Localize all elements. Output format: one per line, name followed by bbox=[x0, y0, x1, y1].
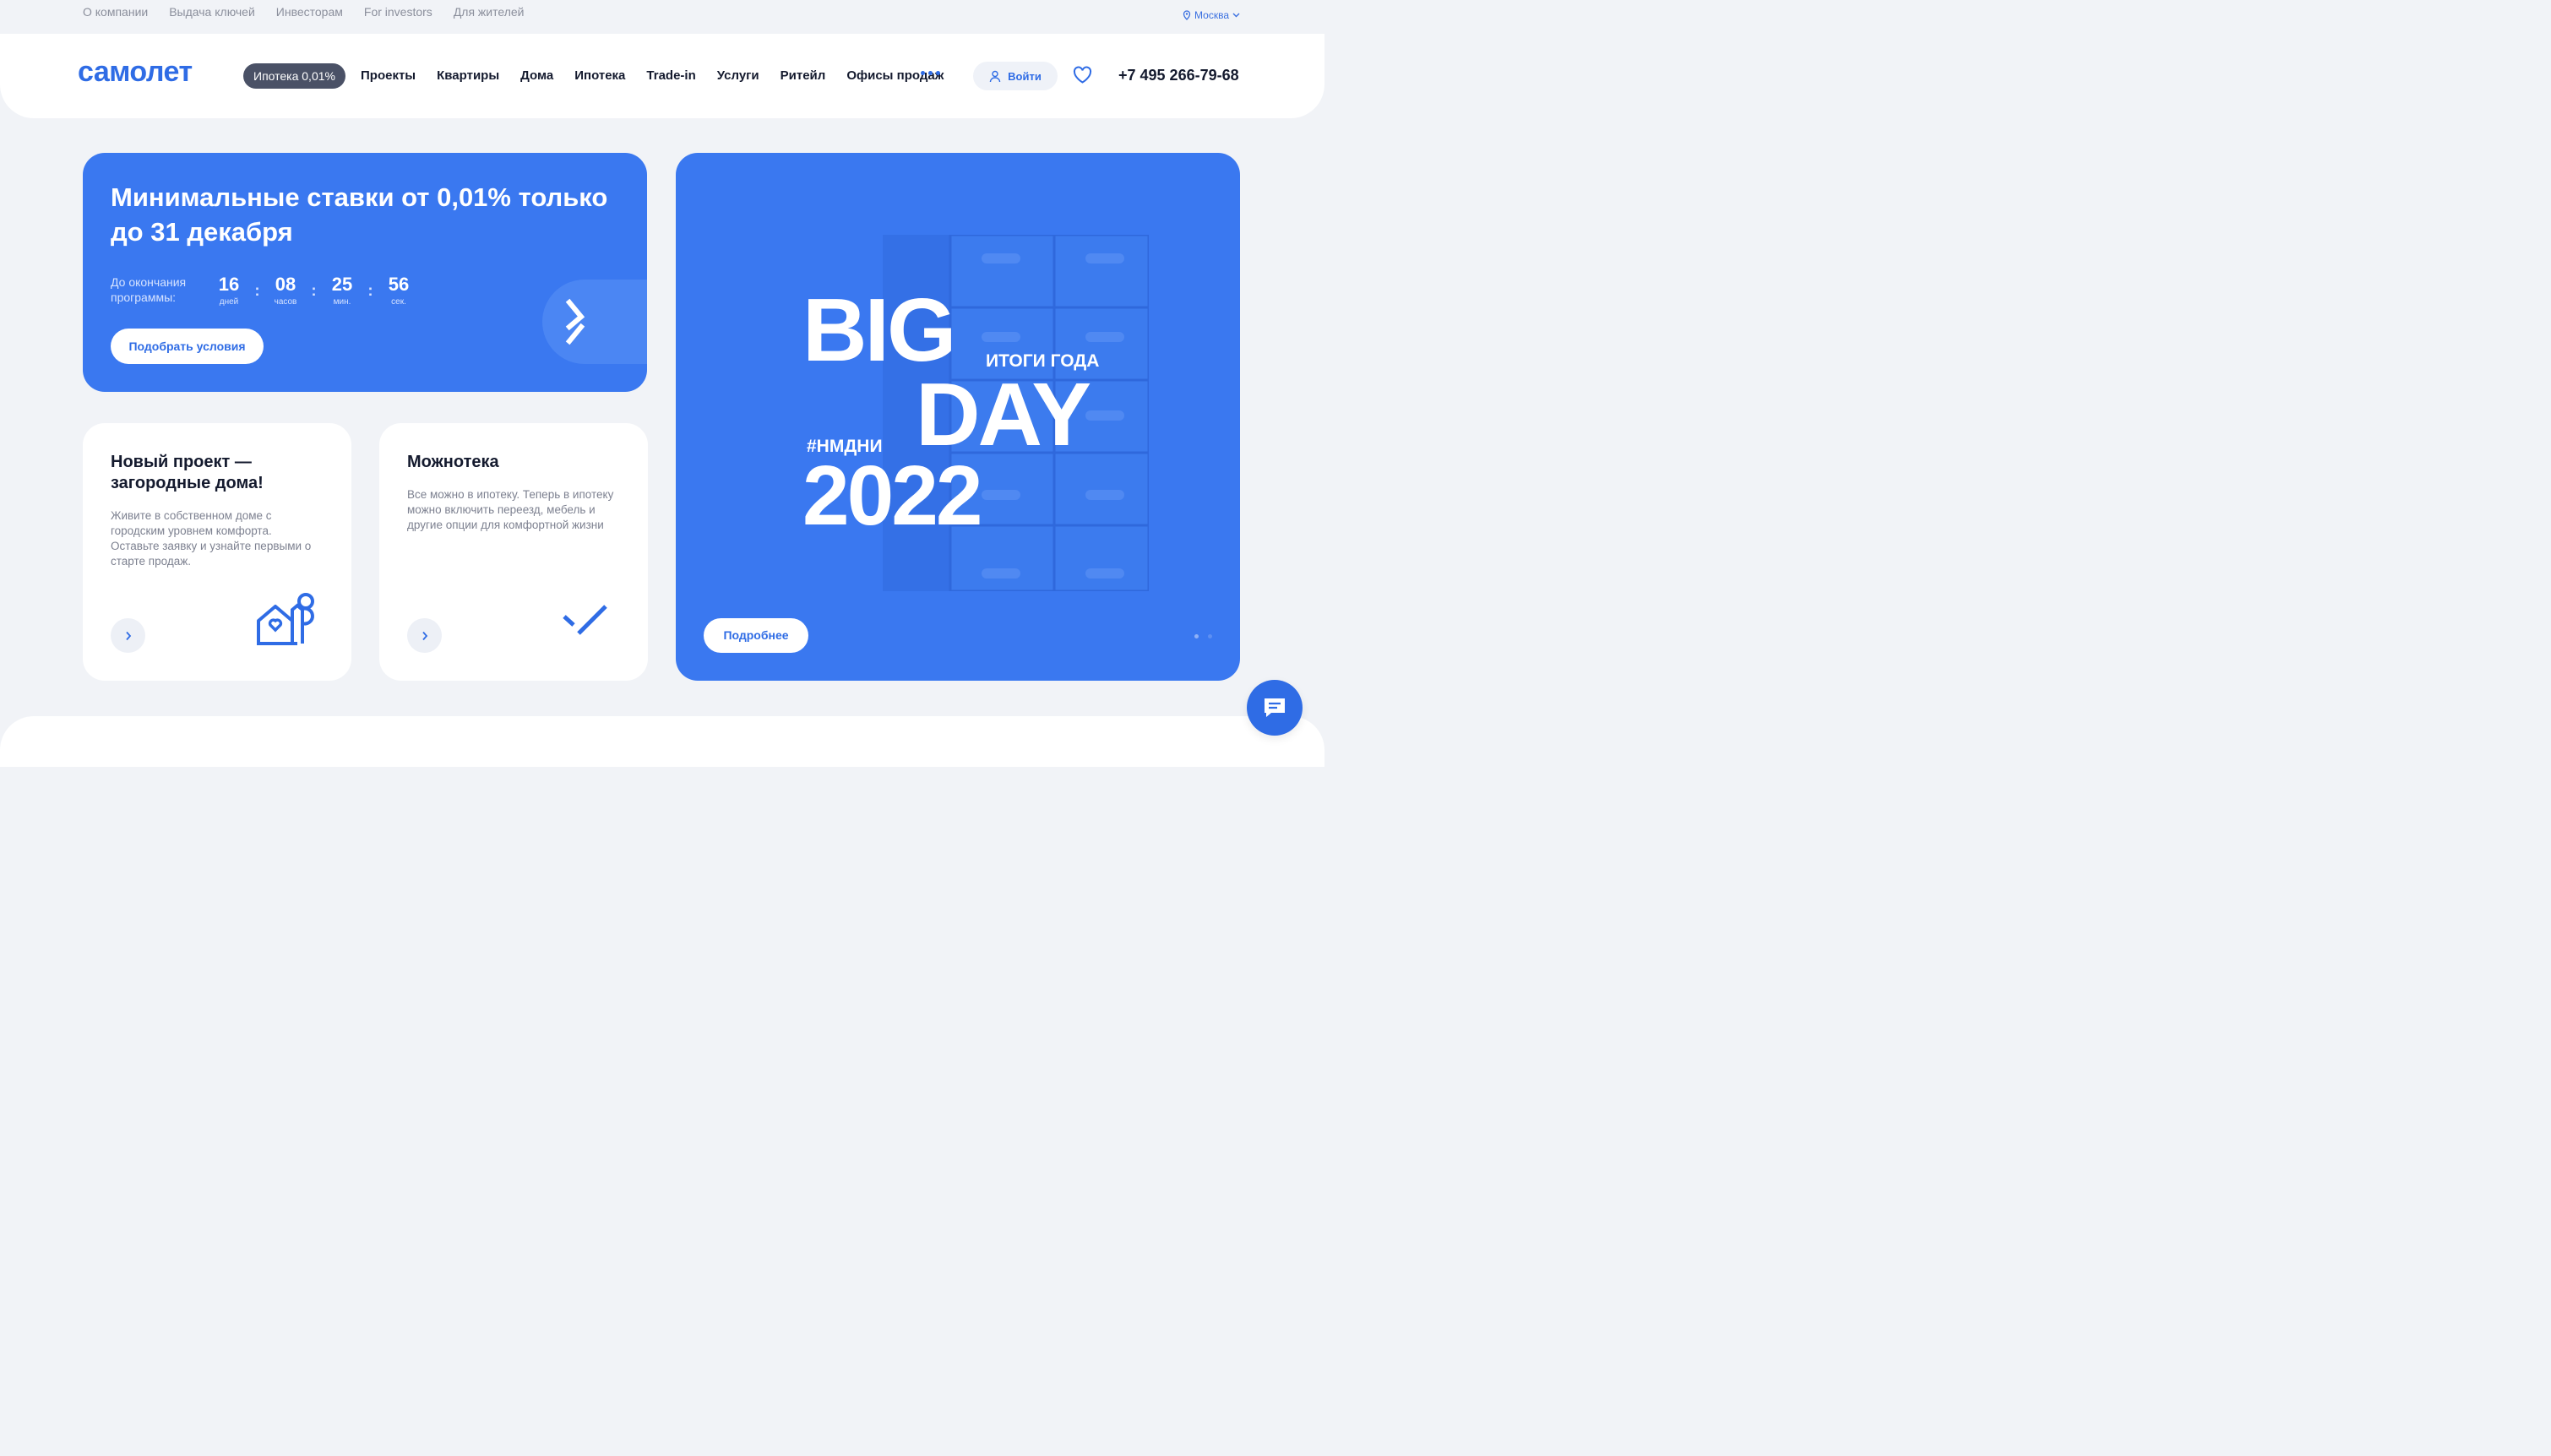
timer-hours: 08 часов bbox=[274, 274, 297, 307]
login-label: Войти bbox=[1008, 69, 1042, 83]
card-title: Новый проект — загородные дома! bbox=[111, 453, 264, 492]
timer-separator: : bbox=[367, 282, 373, 299]
slider-dots bbox=[1194, 634, 1212, 638]
chat-button[interactable] bbox=[1247, 680, 1303, 736]
favorites-heart-icon[interactable] bbox=[1073, 66, 1092, 84]
timer-separator: : bbox=[254, 282, 260, 299]
top-link-investors[interactable]: Инвесторам bbox=[276, 5, 343, 19]
location-pin-icon bbox=[1183, 10, 1191, 20]
mortgage-promo-card[interactable]: Минимальные ставки от 0,01% только до 31… bbox=[83, 153, 647, 392]
nav-projects[interactable]: Проекты bbox=[361, 68, 416, 83]
nav-retail[interactable]: Ритейл bbox=[781, 68, 826, 83]
top-links: О компании Выдача ключей Инвесторам For … bbox=[83, 5, 524, 19]
nav-trade-in[interactable]: Trade-in bbox=[646, 68, 695, 83]
banner-year-text: 2022 bbox=[802, 448, 982, 543]
timer-seconds: 56 сек. bbox=[388, 274, 410, 307]
main-header: самолет Ипотека 0,01% Проекты Квартиры Д… bbox=[0, 34, 1324, 118]
countdown-timer: 16 дней : 08 часов : 25 мин. : 56 сек. bbox=[214, 274, 414, 307]
chat-icon bbox=[1265, 698, 1285, 717]
nav-mortgage[interactable]: Ипотека bbox=[574, 68, 625, 83]
big-day-banner[interactable]: BIG ИТОГИ ГОДА DAY #НМДНИ 2022 Подробнее bbox=[676, 153, 1240, 681]
checkmark-icon bbox=[563, 605, 607, 635]
top-link-keys[interactable]: Выдача ключей bbox=[169, 5, 255, 19]
chevron-down-icon bbox=[1232, 13, 1240, 18]
city-selector[interactable]: Москва bbox=[1183, 9, 1240, 21]
chevron-right-icon bbox=[422, 631, 427, 640]
slider-dot[interactable] bbox=[1208, 634, 1212, 638]
login-button[interactable]: Войти bbox=[973, 62, 1058, 90]
phone-number[interactable]: +7 495 266-79-68 bbox=[1118, 67, 1239, 84]
top-link-residents[interactable]: Для жителей bbox=[454, 5, 525, 19]
nav-services[interactable]: Услуги bbox=[717, 68, 759, 83]
banner-big-text: BIG bbox=[802, 280, 956, 380]
card-next-button[interactable] bbox=[111, 618, 145, 653]
card-text: Живите в собственном доме с городским ур… bbox=[111, 509, 312, 568]
mortgage-promo-pill[interactable]: Ипотека 0,01% bbox=[243, 63, 345, 89]
card-text: Все можно в ипотеку. Теперь в ипотеку мо… bbox=[407, 488, 614, 531]
next-section bbox=[0, 716, 1324, 767]
nav-houses[interactable]: Дома bbox=[520, 68, 553, 83]
chevron-right-icon bbox=[125, 631, 131, 640]
top-link-about[interactable]: О компании bbox=[83, 5, 148, 19]
more-details-button[interactable]: Подробнее bbox=[704, 618, 808, 653]
slider-dot-active[interactable] bbox=[1194, 634, 1199, 638]
city-name: Москва bbox=[1194, 9, 1229, 21]
timer-days: 16 дней bbox=[218, 274, 240, 307]
main-nav: Проекты Квартиры Дома Ипотека Trade-in У… bbox=[361, 68, 944, 83]
timer-minutes: 25 мин. bbox=[331, 274, 353, 307]
logo[interactable]: самолет bbox=[78, 56, 193, 89]
house-heart-icon bbox=[257, 593, 314, 645]
mozhnoteka-card[interactable]: Можнотека Все можно в ипотеку. Теперь в … bbox=[379, 423, 648, 681]
top-link-for-investors[interactable]: For investors bbox=[364, 5, 432, 19]
choose-terms-button[interactable]: Подобрать условия bbox=[111, 329, 264, 364]
banner-day-text: DAY bbox=[916, 365, 1091, 465]
card-next-button[interactable] bbox=[407, 618, 442, 653]
country-houses-card[interactable]: Новый проект — загородные дома! Живите в… bbox=[83, 423, 351, 681]
top-bar: О компании Выдача ключей Инвесторам For … bbox=[0, 0, 1324, 34]
nav-apartments[interactable]: Квартиры bbox=[437, 68, 499, 83]
user-icon bbox=[989, 70, 1001, 82]
card-title: Можнотека bbox=[407, 453, 499, 471]
promo-arrow-icon[interactable] bbox=[542, 280, 647, 364]
timer-separator: : bbox=[311, 282, 317, 299]
more-menu-icon[interactable] bbox=[921, 71, 940, 75]
countdown-label: До окончания программы: bbox=[111, 275, 187, 304]
promo-title: Минимальные ставки от 0,01% только до 31… bbox=[111, 182, 608, 247]
